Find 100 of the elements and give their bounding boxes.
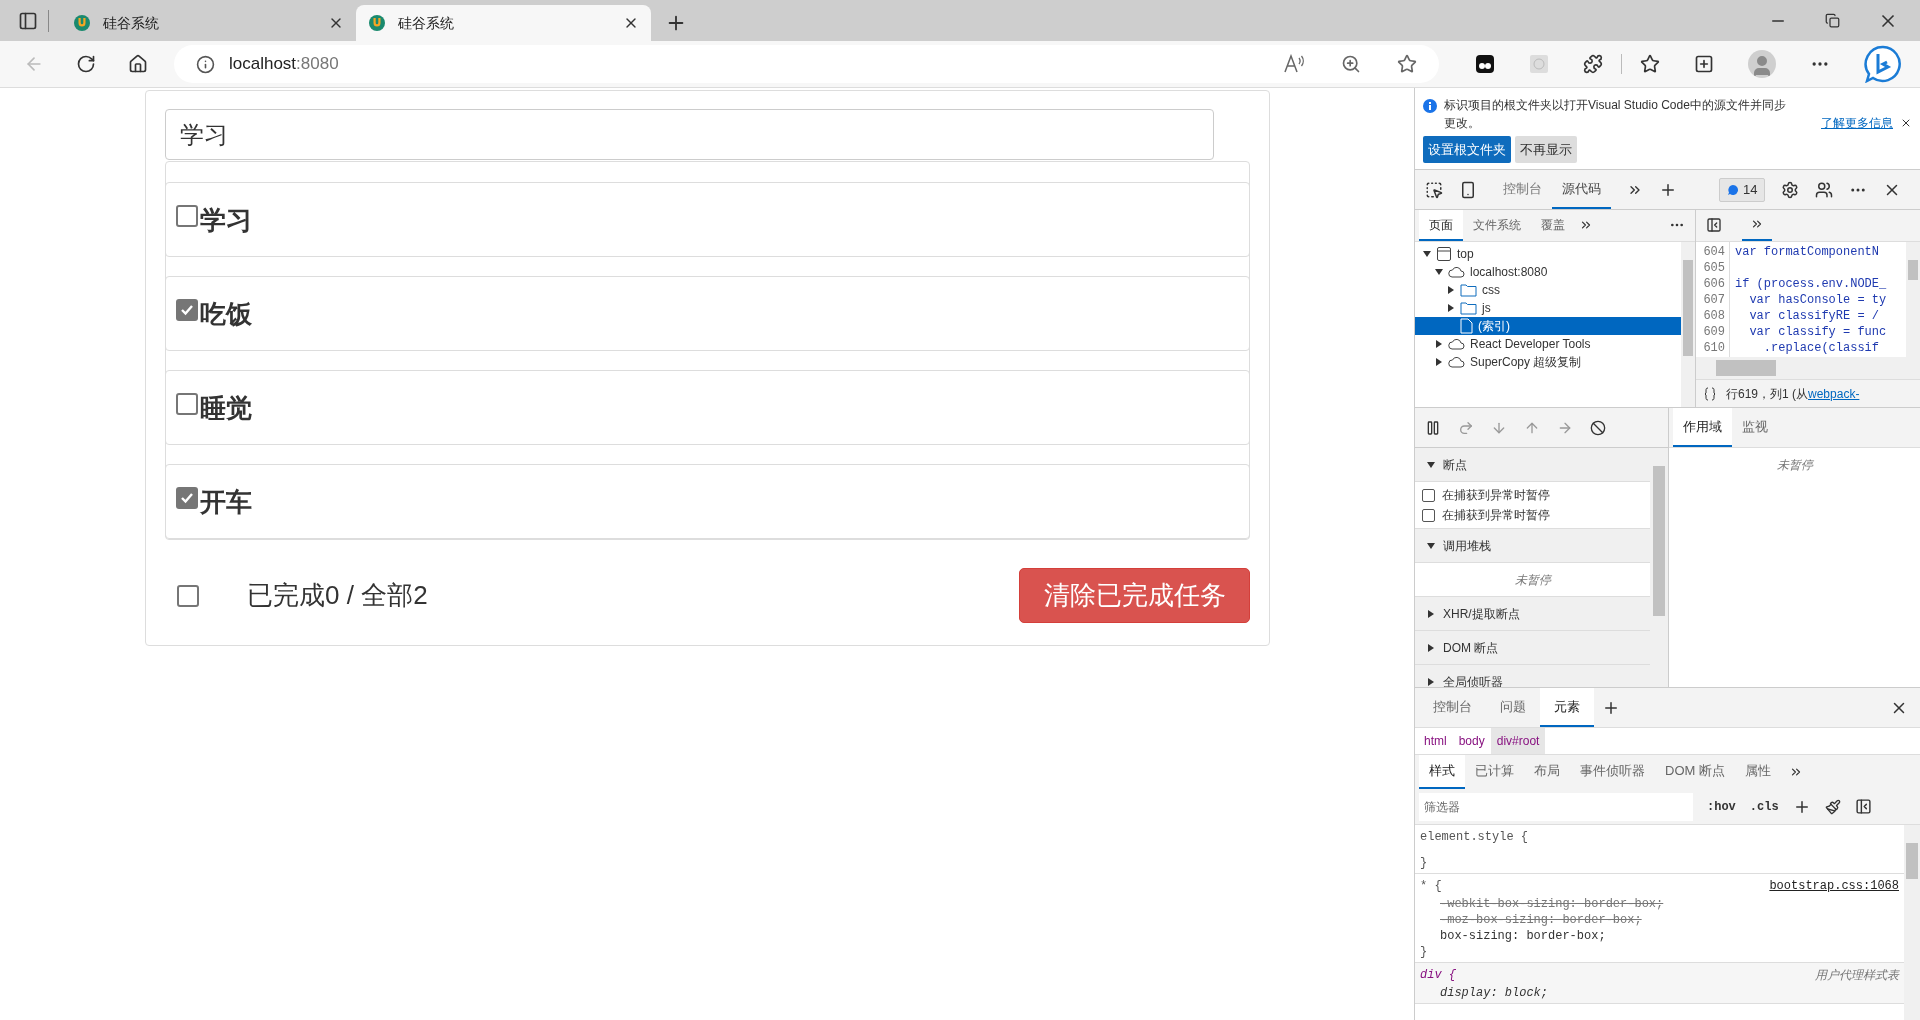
section-header[interactable]: 全局侦听器 [1415, 665, 1650, 687]
settings-icon[interactable] [1781, 180, 1800, 199]
section-header[interactable]: 调用堆栈 [1415, 529, 1650, 563]
style-declaration[interactable]: -moz-box-sizing: border-box; [1420, 912, 1642, 928]
inspect-icon[interactable] [1425, 180, 1443, 199]
todo-checkbox[interactable] [176, 205, 198, 227]
breadcrumb[interactable]: div#root [1490, 728, 1546, 754]
panel-tab[interactable]: 监视 [1732, 408, 1778, 447]
pause-icon[interactable] [1425, 419, 1441, 436]
panel-tab[interactable]: 文件系统 [1463, 210, 1531, 241]
scrollbar[interactable] [1904, 825, 1920, 1020]
status-message: 未暂停 [1776, 457, 1813, 474]
panel-tab[interactable]: 已计算 [1465, 755, 1524, 789]
expanded-arrow-icon[interactable] [1427, 541, 1435, 550]
chat-logo-icon[interactable] [1864, 45, 1902, 83]
tree-item[interactable]: (索引) [1415, 317, 1681, 335]
scrollbar[interactable] [1906, 241, 1920, 358]
info-bar-button[interactable]: 不再显示 [1515, 136, 1577, 163]
restore-icon[interactable] [1825, 13, 1840, 28]
issues-badge[interactable]: 14 [1719, 177, 1766, 202]
more-tabs-icon[interactable] [1579, 218, 1593, 232]
scrollbar[interactable] [1650, 448, 1668, 687]
clear-done-button[interactable]: 清除已完成任务 [1019, 568, 1250, 623]
panel-tab[interactable]: 样式 [1419, 755, 1465, 789]
collapsed-arrow-icon[interactable] [1447, 286, 1455, 294]
panel-tab[interactable]: 覆盖 [1531, 210, 1575, 241]
expanded-arrow-icon[interactable] [1427, 460, 1435, 469]
close-icon[interactable] [1900, 117, 1912, 129]
hover-state-toggle[interactable]: :hov [1707, 797, 1736, 816]
task-input[interactable]: 学习 [165, 109, 1214, 160]
panel-tab[interactable]: 页面 [1419, 210, 1463, 241]
learn-more-link[interactable]: 了解更多信息 [1821, 114, 1893, 132]
section-header[interactable]: XHR/提取断点 [1415, 597, 1650, 631]
collapsed-arrow-icon[interactable] [1427, 677, 1435, 686]
line-number: 607 [1702, 291, 1725, 308]
avatar-icon[interactable] [1748, 50, 1776, 78]
collapsed-arrow-icon[interactable] [1447, 304, 1455, 312]
tree-item[interactable]: SuperCopy 超级复制 [1415, 353, 1681, 371]
collapsed-arrow-icon[interactable] [1435, 340, 1443, 348]
reload-icon[interactable] [76, 54, 96, 74]
toggle-navigator-icon[interactable] [1706, 216, 1722, 233]
devtools-tab[interactable]: 控制台 [1493, 170, 1552, 209]
address-bar[interactable]: localhost:8080 [174, 45, 1439, 83]
pretty-print-icon[interactable] [1704, 386, 1716, 401]
home-icon[interactable] [128, 54, 148, 74]
panel-tab[interactable]: DOM 断点 [1655, 755, 1735, 789]
browser-tab[interactable]: 硅谷系统 [356, 5, 651, 41]
style-declaration[interactable]: -webkit-box-sizing: border-box; [1420, 896, 1664, 912]
collapsed-arrow-icon[interactable] [1427, 609, 1435, 618]
add-tab-icon[interactable] [1602, 699, 1620, 717]
horizontal-scrollbar[interactable] [1696, 357, 1920, 380]
panel-tab[interactable]: 问题 [1486, 688, 1540, 727]
extensions-icon[interactable] [1583, 54, 1603, 74]
panel-tab[interactable]: 布局 [1524, 755, 1570, 789]
device-icon[interactable] [1459, 180, 1477, 199]
panel-tab[interactable]: 作用域 [1673, 408, 1732, 447]
todo-checkbox[interactable] [176, 393, 198, 415]
scrollbar[interactable] [1681, 242, 1695, 407]
favorites-icon[interactable] [1640, 54, 1660, 74]
panel-tab[interactable]: 元素 [1540, 688, 1594, 727]
select-all-checkbox[interactable] [177, 584, 199, 607]
tree-item[interactable]: localhost:8080 [1415, 263, 1681, 281]
panel-tab[interactable]: 事件侦听器 [1570, 755, 1655, 789]
class-toggle[interactable]: .cls [1749, 797, 1779, 816]
checkbox[interactable] [1422, 488, 1435, 502]
source-link[interactable]: bootstrap.css:1068 [1769, 878, 1899, 896]
tree-item[interactable]: js [1415, 299, 1681, 317]
tree-item[interactable]: React Developer Tools [1415, 335, 1681, 353]
style-declaration[interactable]: display: block; [1420, 985, 1549, 1001]
breadcrumb[interactable]: body [1452, 728, 1491, 754]
add-favorite-icon[interactable] [1397, 54, 1417, 74]
browser-tab[interactable]: 硅谷系统 [61, 5, 356, 41]
collections-icon[interactable] [1694, 54, 1714, 74]
section-header[interactable]: 断点 [1415, 448, 1650, 482]
breadcrumb[interactable]: html [1418, 728, 1453, 754]
expanded-arrow-icon[interactable] [1435, 268, 1443, 276]
zoom-icon[interactable] [1341, 54, 1361, 74]
info-bar-button[interactable]: 设置根文件夹 [1423, 136, 1511, 163]
filter-field[interactable]: 筛选器 [1419, 792, 1693, 821]
tree-item[interactable]: top [1415, 245, 1681, 263]
style-declaration[interactable]: box-sizing: border-box; [1420, 928, 1606, 944]
todo-checkbox[interactable] [176, 487, 198, 509]
checkbox[interactable] [1422, 508, 1435, 522]
paint-icon[interactable] [1824, 798, 1841, 815]
extension-icon[interactable] [1475, 54, 1495, 74]
section-header[interactable]: DOM 断点 [1415, 631, 1650, 665]
panel-tab[interactable]: 属性 [1734, 755, 1781, 789]
tree-item[interactable]: css [1415, 281, 1681, 299]
tab-actions-icon[interactable] [18, 10, 38, 31]
collapsed-arrow-icon[interactable] [1435, 358, 1443, 366]
panel-tab[interactable]: 控制台 [1419, 688, 1486, 727]
info-icon[interactable] [196, 54, 215, 74]
read-aloud-icon[interactable] [1283, 54, 1305, 74]
deactivate-breakpoints-icon[interactable] [1590, 419, 1606, 436]
collapsed-arrow-icon[interactable] [1427, 643, 1435, 652]
todo-checkbox[interactable] [176, 299, 198, 321]
toggle-sidebar-icon[interactable] [1854, 798, 1872, 815]
feedback-icon[interactable] [1815, 180, 1834, 199]
expanded-arrow-icon[interactable] [1423, 250, 1431, 258]
source-link[interactable]: webpack- [1808, 386, 1860, 401]
